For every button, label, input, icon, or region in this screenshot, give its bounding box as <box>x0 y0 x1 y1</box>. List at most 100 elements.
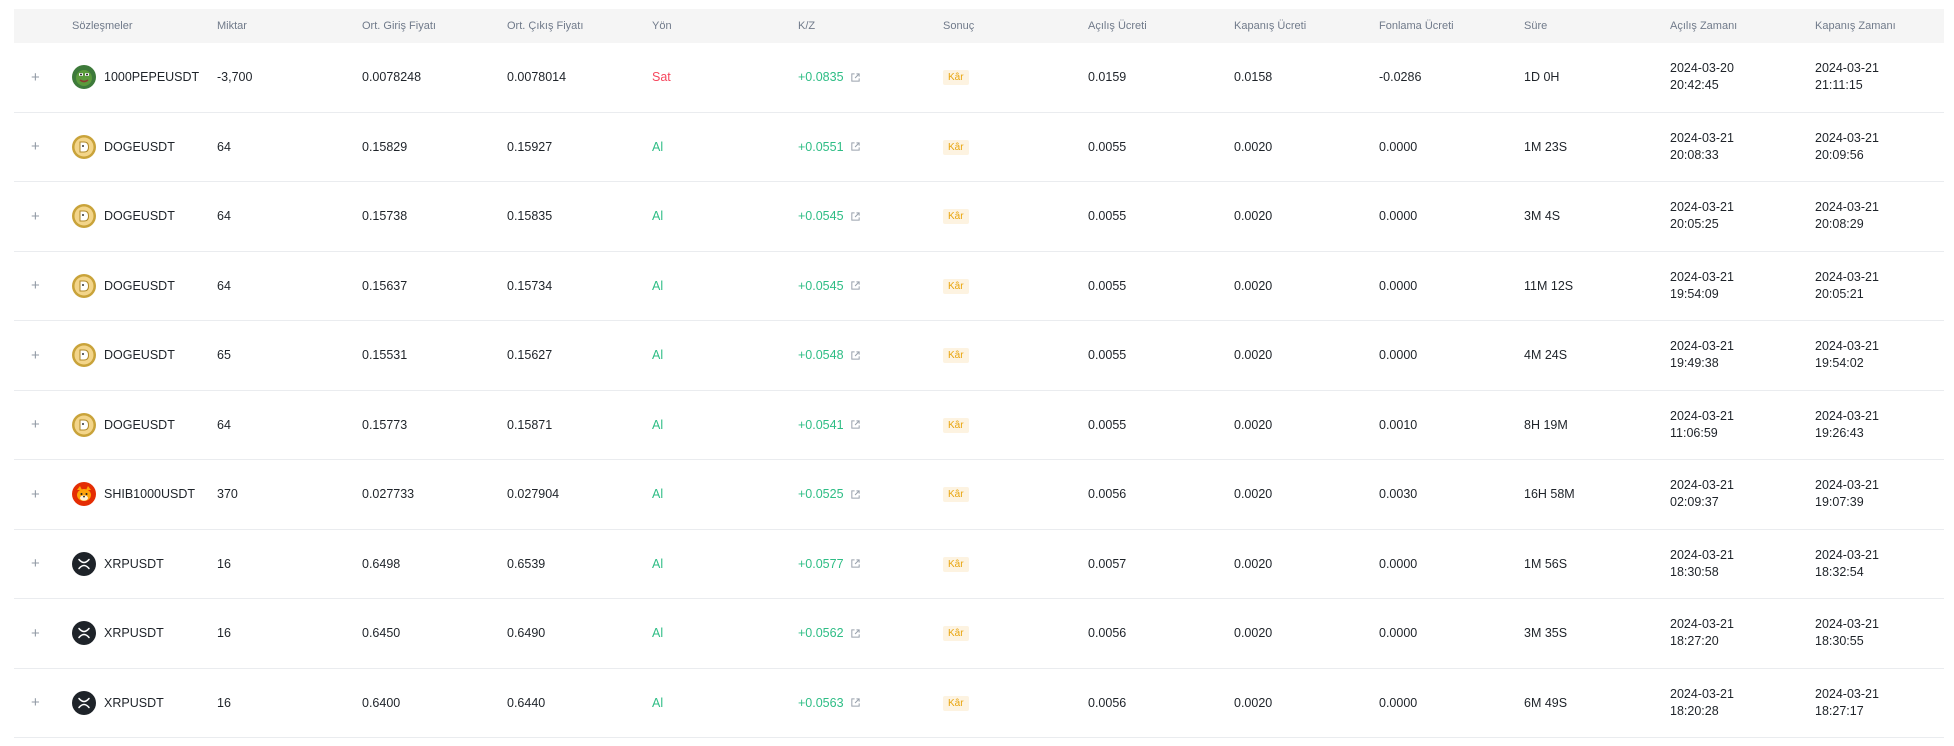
close-time-value: 2024-03-21 19:07:39 <box>1815 477 1944 511</box>
expand-row-button[interactable]: + <box>31 138 40 155</box>
expand-row-button[interactable]: + <box>31 555 40 572</box>
open-fee-value: 0.0056 <box>1088 626 1127 641</box>
external-link-icon[interactable] <box>850 350 861 361</box>
result-badge: Kâr <box>943 209 969 225</box>
contract-symbol[interactable]: DOGEUSDT <box>72 273 217 298</box>
close-clock: 20:05:21 <box>1815 286 1864 301</box>
external-link-icon[interactable] <box>850 628 861 639</box>
open-fee-value: 0.0056 <box>1088 695 1127 710</box>
close-clock: 18:27:17 <box>1815 703 1864 718</box>
table-row: +1000PEPEUSDT -3,700 0.0078248 0.0078014 Sat… <box>14 43 1944 113</box>
avg-exit-value: 0.15927 <box>507 139 553 154</box>
pnl-value: +0.0545 <box>798 278 844 293</box>
row-cell-result: Kâr <box>943 417 1088 433</box>
close-clock: 21:11:15 <box>1815 78 1863 93</box>
external-link-icon[interactable] <box>850 141 861 152</box>
expand-row-button[interactable]: + <box>31 69 40 86</box>
pnl-value: +0.0525 <box>798 487 844 502</box>
open-clock: 20:05:25 <box>1670 217 1719 232</box>
close-clock: 19:26:43 <box>1815 425 1864 440</box>
external-link-icon[interactable] <box>850 72 861 83</box>
external-link-icon[interactable] <box>850 558 861 569</box>
xrp-coin-icon <box>72 621 96 646</box>
expand-row-button[interactable]: + <box>31 208 40 225</box>
symbol-label: DOGEUSDT <box>104 348 175 363</box>
row-cell-result: Kâr <box>943 625 1088 642</box>
open-time-value: 2024-03-21 20:08:33 <box>1670 130 1815 164</box>
row-cell-expand: + <box>14 555 72 572</box>
shib-coin-icon <box>72 482 96 507</box>
avg-exit-value: 0.6440 <box>507 695 546 710</box>
expand-row-button[interactable]: + <box>31 347 40 364</box>
duration-value: 3M 35S <box>1524 626 1568 641</box>
symbol-label: DOGEUSDT <box>104 209 175 224</box>
open-date: 2024-03-21 <box>1670 686 1734 701</box>
open-fee-value: 0.0055 <box>1088 278 1127 293</box>
close-fee-value: 0.0020 <box>1234 417 1273 432</box>
contract-symbol[interactable]: DOGEUSDT <box>72 134 217 159</box>
close-time-value: 2024-03-21 18:27:17 <box>1815 686 1944 720</box>
duration-value: 8H 19M <box>1524 417 1568 432</box>
expand-row-button[interactable]: + <box>31 625 40 642</box>
close-date: 2024-03-21 <box>1815 547 1879 562</box>
funding-fee-value: 0.0000 <box>1379 209 1418 224</box>
close-fee-value: 0.0020 <box>1234 695 1273 710</box>
quantity-value: 65 <box>217 348 231 363</box>
avg-exit-value: 0.15835 <box>507 209 553 224</box>
external-link-icon[interactable] <box>850 489 861 500</box>
contract-symbol[interactable]: XRPUSDT <box>72 621 217 646</box>
expand-row-button[interactable]: + <box>31 486 40 503</box>
contract-symbol[interactable]: XRPUSDT <box>72 551 217 576</box>
row-cell-expand: + <box>14 486 72 503</box>
contract-symbol[interactable]: XRPUSDT <box>72 690 217 715</box>
quantity-value: 64 <box>217 209 231 224</box>
row-cell-result: Kâr <box>943 139 1088 155</box>
funding-fee-value: 0.0010 <box>1379 417 1418 432</box>
open-date: 2024-03-21 <box>1670 617 1734 632</box>
avg-exit-value: 0.6539 <box>507 556 546 571</box>
external-link-icon[interactable] <box>850 419 861 430</box>
header-funding-fee: Fonlama Ücreti <box>1379 20 1454 32</box>
symbol-label: DOGEUSDT <box>104 278 175 293</box>
expand-row-button[interactable]: + <box>31 694 40 711</box>
pnl-value: +0.0541 <box>798 417 844 432</box>
external-link-icon[interactable] <box>850 280 861 291</box>
contract-symbol[interactable]: DOGEUSDT <box>72 412 217 437</box>
direction-value: Al <box>652 487 664 502</box>
header-pnl: K/Z <box>798 20 816 32</box>
open-time-value: 2024-03-21 18:30:58 <box>1670 547 1815 581</box>
xrp-coin-icon <box>72 690 96 715</box>
contract-symbol[interactable]: DOGEUSDT <box>72 343 217 368</box>
row-cell-expand: + <box>14 347 72 364</box>
open-date: 2024-03-21 <box>1670 269 1734 284</box>
contract-symbol[interactable]: 1000PEPEUSDT <box>72 65 217 90</box>
quantity-value: 16 <box>217 556 231 571</box>
expand-row-button[interactable]: + <box>31 416 40 433</box>
duration-value: 11M 12S <box>1524 278 1574 293</box>
open-fee-value: 0.0057 <box>1088 556 1127 571</box>
xrp-coin-icon <box>72 551 96 576</box>
contract-symbol[interactable]: DOGEUSDT <box>72 204 217 229</box>
header-contracts: Sözleşmeler <box>72 20 133 32</box>
external-link-icon[interactable] <box>850 697 861 708</box>
quantity-value: -3,700 <box>217 70 253 85</box>
expand-row-button[interactable]: + <box>31 277 40 294</box>
contract-symbol[interactable]: SHIB1000USDT <box>72 482 217 507</box>
funding-fee-value: 0.0000 <box>1379 139 1418 154</box>
close-time-value: 2024-03-21 18:30:55 <box>1815 616 1944 650</box>
doge-coin-icon <box>72 412 96 437</box>
row-cell-result: Kâr <box>943 695 1088 711</box>
external-link-icon[interactable] <box>850 211 861 222</box>
quantity-value: 370 <box>217 487 238 502</box>
row-cell-pnl: +0.0577 <box>798 557 943 571</box>
symbol-label: XRPUSDT <box>104 695 164 710</box>
header-direction: Yön <box>652 20 672 32</box>
result-badge: Kâr <box>943 70 969 86</box>
header-close-time: Kapanış Zamanı <box>1815 20 1896 32</box>
avg-entry-value: 0.0078248 <box>362 70 422 85</box>
close-date: 2024-03-21 <box>1815 408 1879 423</box>
row-cell-expand: + <box>14 694 72 711</box>
symbol-label: DOGEUSDT <box>104 139 175 154</box>
avg-entry-value: 0.15637 <box>362 278 408 293</box>
row-cell-pnl: +0.0835 <box>798 70 943 84</box>
